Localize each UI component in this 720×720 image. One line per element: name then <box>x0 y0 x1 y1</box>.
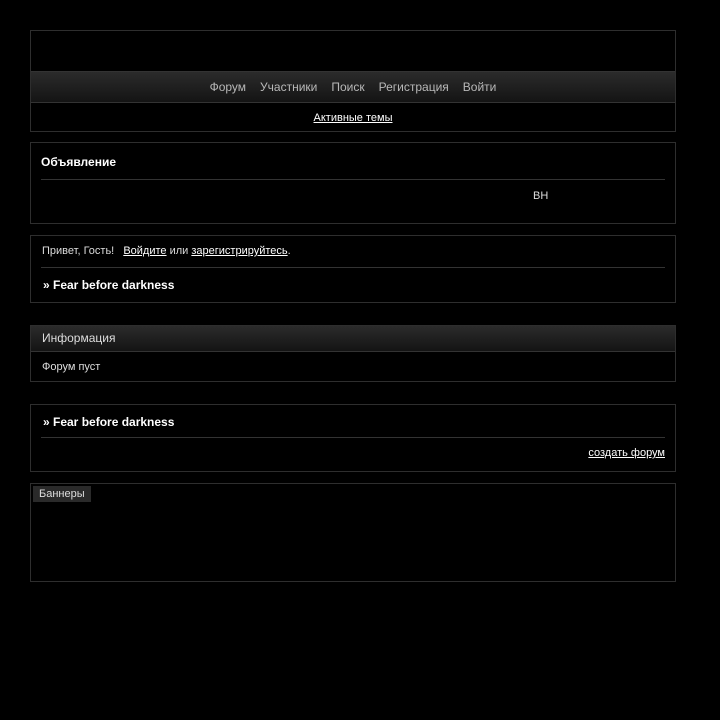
nav-register[interactable]: Регистрация <box>372 80 456 94</box>
announcement-box: Объявление вн <box>30 142 676 224</box>
navbar: Форум Участники Поиск Регистрация Войти <box>31 71 675 103</box>
or-text: или <box>169 245 189 257</box>
banners-box: Баннеры <box>30 483 676 582</box>
login-link[interactable]: Войдите <box>123 245 166 257</box>
welcome-box: Привет, Гость! Войдите или зарегистрируй… <box>30 235 676 303</box>
info-box: Информация Форум пуст <box>30 325 676 382</box>
period: . <box>287 245 291 257</box>
divider <box>41 437 665 438</box>
info-title: Информация <box>31 326 675 352</box>
banners-tab: Баннеры <box>33 486 91 502</box>
footer-crumb-box: » Fear before darkness создать форум <box>30 404 676 472</box>
active-topics-link[interactable]: Активные темы <box>314 112 393 124</box>
announcement-marquee: вн <box>533 190 549 202</box>
welcome-line: Привет, Гость! Войдите или зарегистрируй… <box>42 245 291 257</box>
nav-search[interactable]: Поиск <box>324 80 371 94</box>
nav-login[interactable]: Войти <box>456 80 504 94</box>
nav-forum[interactable]: Форум <box>203 80 253 94</box>
register-link[interactable]: зарегистрируйтесь <box>191 245 287 257</box>
info-body: Форум пуст <box>42 361 101 373</box>
create-forum-link[interactable]: создать форум <box>588 447 665 459</box>
header: Форум Участники Поиск Регистрация Войти … <box>30 30 676 132</box>
divider <box>41 179 665 180</box>
subnav: Активные темы <box>31 103 675 132</box>
nav-members[interactable]: Участники <box>253 80 324 94</box>
announcement-title: Объявление <box>41 155 116 169</box>
header-logo-area <box>31 31 675 71</box>
breadcrumb[interactable]: » Fear before darkness <box>43 278 174 292</box>
divider <box>41 267 665 268</box>
greeting-text: Привет, Гость! <box>42 245 115 257</box>
footer-breadcrumb[interactable]: » Fear before darkness <box>43 415 174 429</box>
